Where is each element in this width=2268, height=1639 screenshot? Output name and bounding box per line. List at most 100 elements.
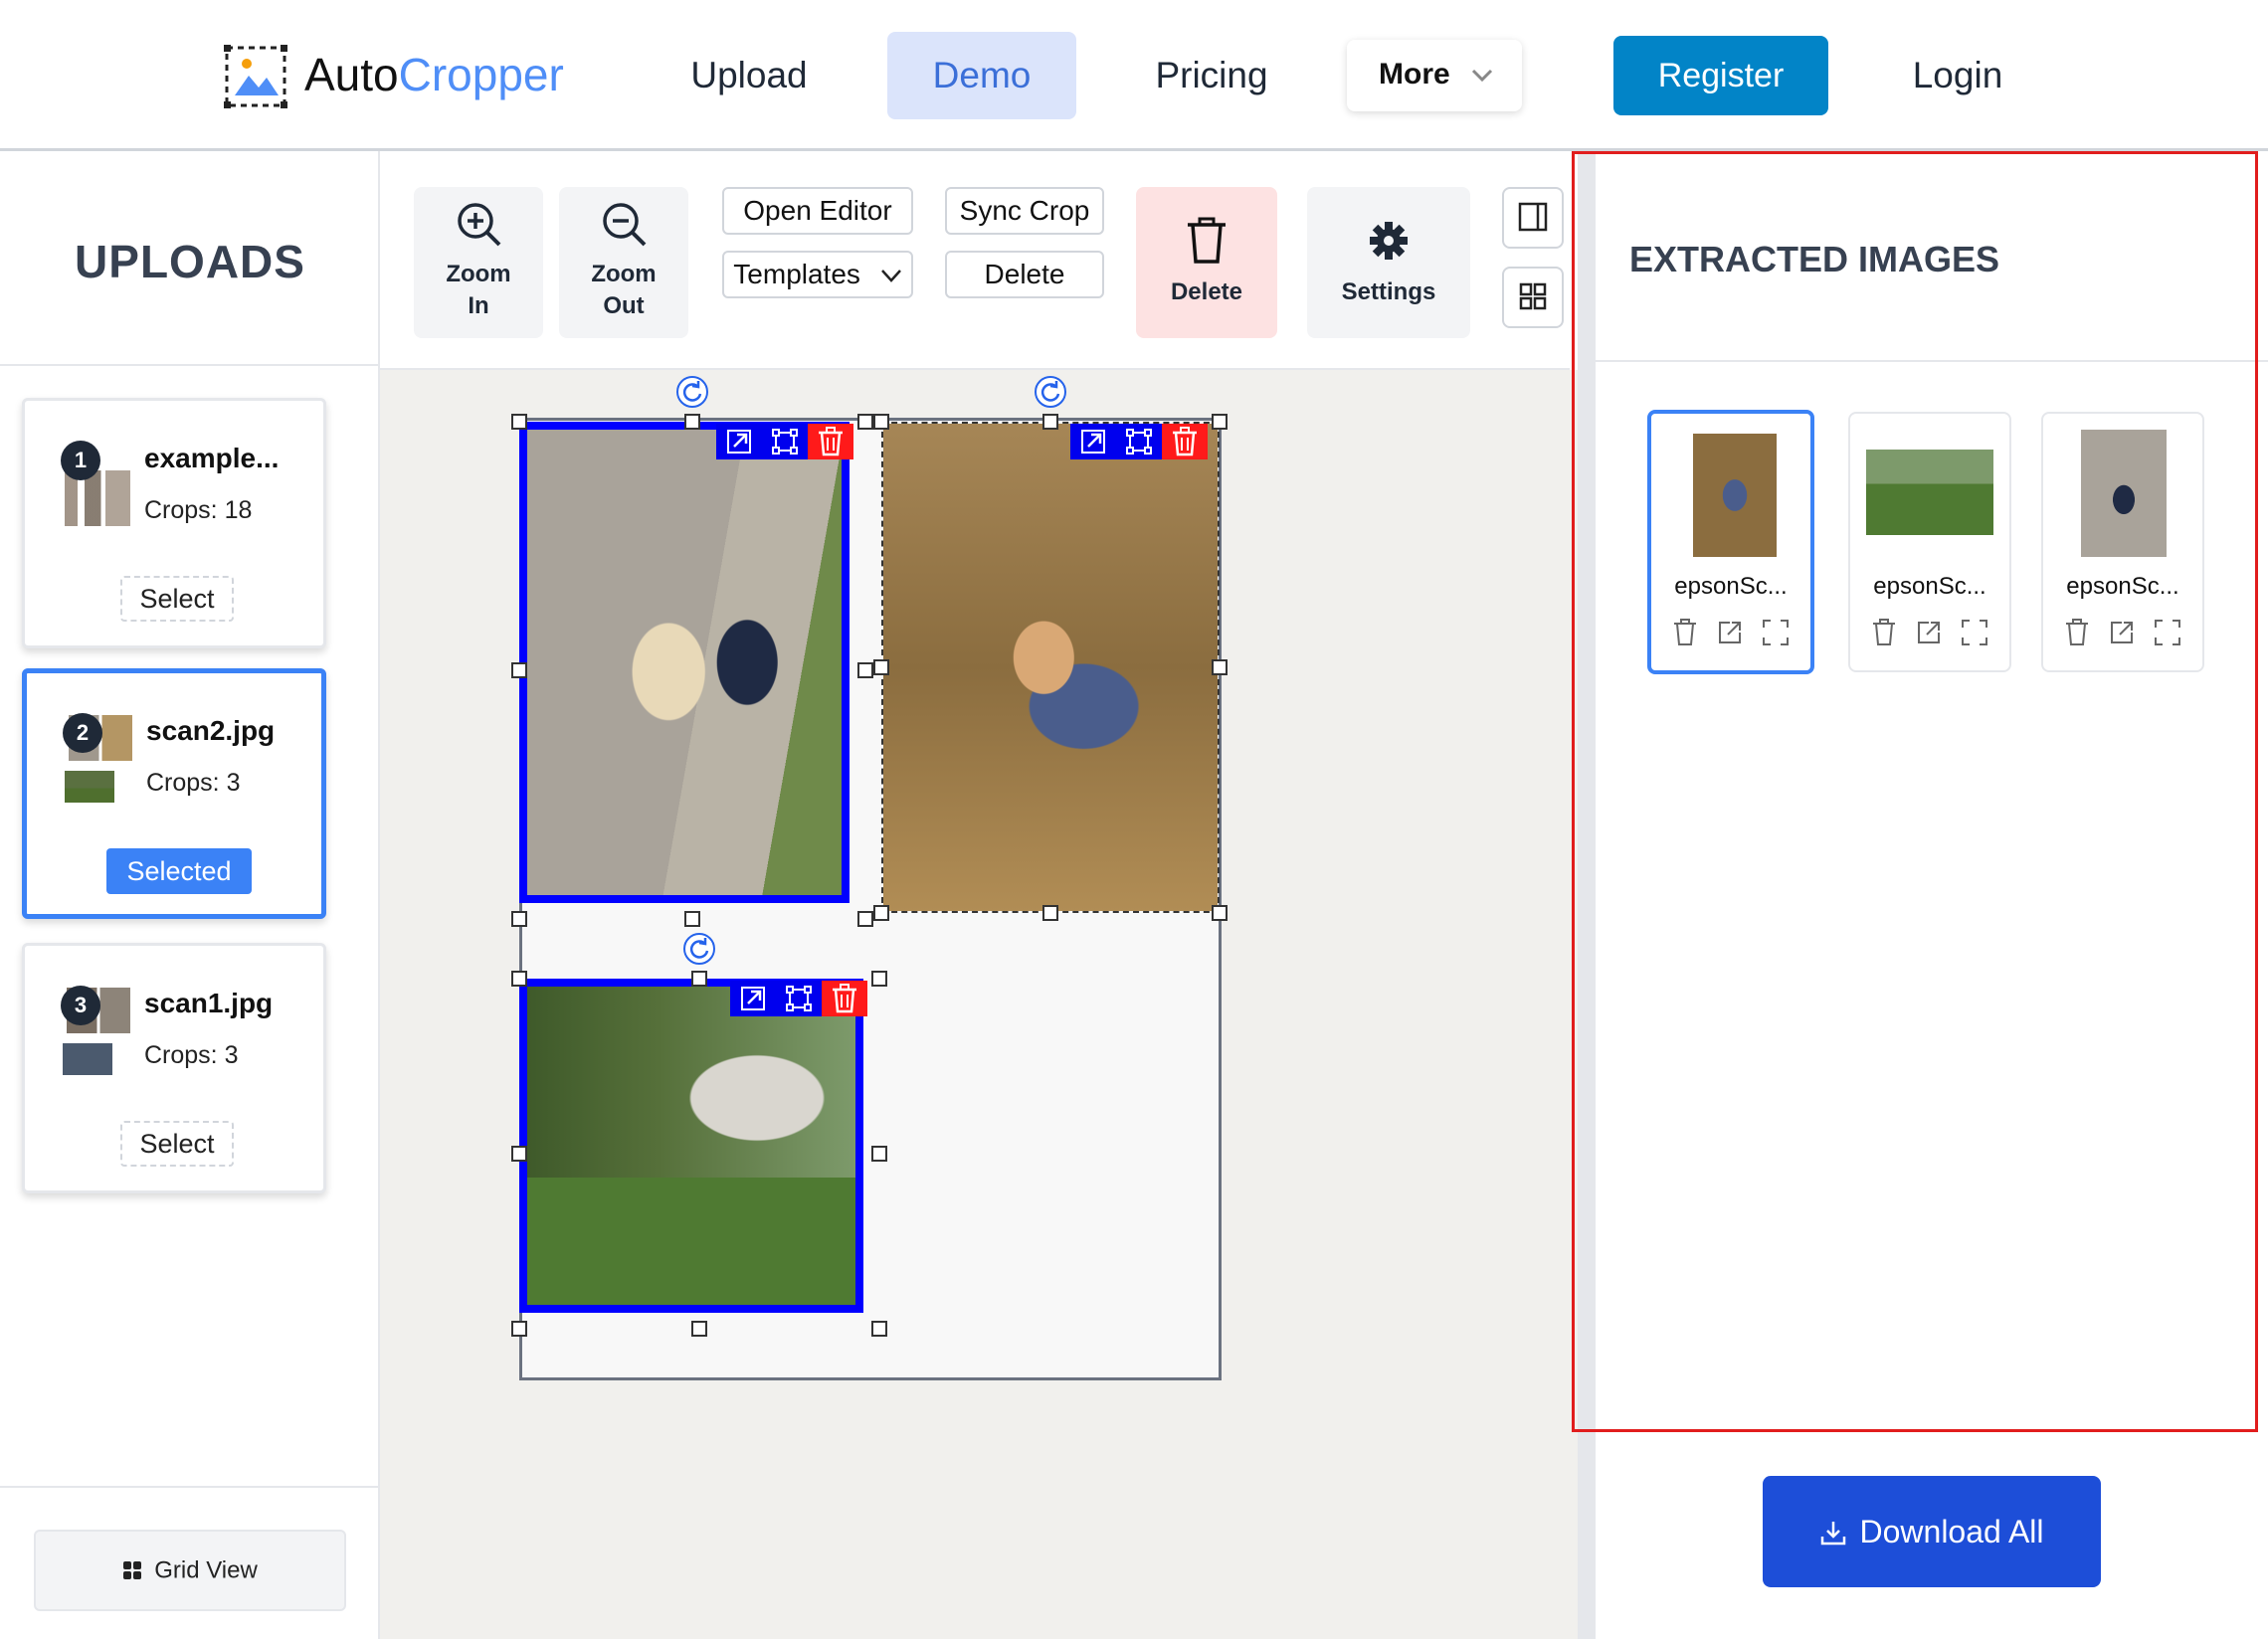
resize-handle[interactable]: [511, 971, 527, 987]
crop-image-logo-icon: [224, 45, 287, 108]
delete-crop-icon[interactable]: [808, 424, 853, 459]
sidebar-footer-divider: [0, 1486, 380, 1488]
crop-toolbar: [716, 424, 853, 459]
register-button[interactable]: Register: [1613, 36, 1828, 115]
crop-box-2[interactable]: [881, 422, 1220, 913]
upload-thumbnail: 1: [61, 441, 130, 526]
brand-name: AutoCropper: [304, 48, 564, 101]
nav-login[interactable]: Login: [1888, 32, 2027, 119]
chevron-down-icon: [880, 270, 901, 282]
editor-toolbar: Zoom In Zoom Out Open Editor Templates S…: [380, 151, 1570, 370]
resize-handle[interactable]: [511, 1146, 527, 1162]
delete-crop-icon[interactable]: [822, 981, 867, 1016]
upload-badge: 1: [61, 441, 100, 480]
upload-badge: 2: [63, 713, 102, 753]
resize-handle[interactable]: [857, 911, 873, 927]
thumb-photo-bottom: [65, 771, 114, 803]
rotate-icon[interactable]: [683, 933, 715, 965]
trash-icon: [1188, 217, 1226, 264]
zoom-out-label-1: Zoom: [591, 261, 657, 287]
rotate-icon[interactable]: [676, 376, 708, 408]
zoom-in-icon: [458, 203, 501, 247]
nav-upload[interactable]: Upload: [676, 32, 822, 119]
crop-canvas[interactable]: [380, 370, 1578, 1639]
upload-badge: 3: [61, 986, 100, 1025]
upload-thumbnail: 2: [63, 713, 132, 803]
download-all-button[interactable]: Download All: [1763, 1476, 2101, 1587]
grid-layout-button[interactable]: [1502, 267, 1564, 328]
resize-handle[interactable]: [511, 911, 527, 927]
zoom-in-label-2: In: [468, 292, 489, 319]
resize-handle[interactable]: [1212, 659, 1228, 675]
zoom-in-button[interactable]: Zoom In: [414, 187, 543, 338]
upload-name: example...: [144, 443, 280, 473]
resize-handle[interactable]: [1212, 414, 1228, 430]
upload-crops: Crops: 18: [144, 496, 253, 524]
crop-box-1[interactable]: [519, 422, 850, 903]
resize-handle[interactable]: [1042, 905, 1058, 921]
uploads-title: UPLOADS: [75, 236, 305, 287]
thumb-photo-bottom: [63, 1043, 112, 1075]
resize-handle[interactable]: [873, 659, 889, 675]
adjust-crop-icon[interactable]: [776, 981, 822, 1016]
delete-small-button[interactable]: Delete: [945, 251, 1104, 298]
upload-card-2[interactable]: 2 scan2.jpg Crops: 3 Selected: [22, 668, 326, 919]
resize-handle[interactable]: [511, 414, 527, 430]
grid-view-label: Grid View: [154, 1556, 258, 1584]
resize-handle[interactable]: [511, 1321, 527, 1337]
selected-button[interactable]: Selected: [106, 848, 252, 894]
uploads-sidebar: UPLOADS 1 example... Crops: 18 Select 2 …: [0, 151, 380, 1639]
resize-handle[interactable]: [511, 662, 527, 678]
zoom-out-label-2: Out: [603, 292, 645, 319]
sidebar-divider: [0, 364, 380, 366]
resize-handle[interactable]: [1212, 905, 1228, 921]
adjust-crop-icon[interactable]: [762, 424, 808, 459]
layout-panel-button[interactable]: [1502, 187, 1564, 249]
grid-icon: [123, 1561, 142, 1580]
sidebar-layout-icon: [1518, 202, 1548, 231]
settings-label: Settings: [1341, 278, 1436, 305]
resize-handle[interactable]: [871, 1321, 887, 1337]
crop-photo-house: [527, 987, 855, 1305]
crop-toolbar: [1070, 424, 1208, 459]
more-label: More: [1379, 58, 1450, 91]
upload-thumbnail: 3: [61, 986, 130, 1075]
sync-crop-button[interactable]: Sync Crop: [945, 187, 1104, 235]
delete-crop-icon[interactable]: [1162, 424, 1208, 459]
open-crop-icon[interactable]: [1070, 424, 1116, 459]
resize-handle[interactable]: [684, 414, 700, 430]
nav-more-dropdown[interactable]: More: [1347, 40, 1522, 111]
delete-label: Delete: [1170, 278, 1243, 305]
adjust-crop-icon[interactable]: [1116, 424, 1162, 459]
select-button[interactable]: Select: [120, 576, 234, 622]
grid-view-button[interactable]: Grid View: [34, 1530, 346, 1611]
select-button[interactable]: Select: [120, 1121, 234, 1167]
nav-pricing[interactable]: Pricing: [1136, 32, 1287, 119]
resize-handle[interactable]: [857, 414, 873, 430]
upload-card-3[interactable]: 3 scan1.jpg Crops: 3 Select: [22, 943, 326, 1193]
resize-handle[interactable]: [873, 905, 889, 921]
templates-label: Templates: [733, 259, 860, 289]
resize-handle[interactable]: [871, 971, 887, 987]
settings-button[interactable]: Settings: [1307, 187, 1470, 338]
logo[interactable]: AutoCropper: [223, 42, 601, 111]
grid-icon: [1519, 282, 1547, 309]
resize-handle[interactable]: [684, 911, 700, 927]
resize-handle[interactable]: [857, 662, 873, 678]
resize-handle[interactable]: [1042, 414, 1058, 430]
rotate-icon[interactable]: [1035, 376, 1066, 408]
open-crop-icon[interactable]: [730, 981, 776, 1016]
open-editor-button[interactable]: Open Editor: [722, 187, 913, 235]
resize-handle[interactable]: [871, 1146, 887, 1162]
nav-demo[interactable]: Demo: [887, 32, 1076, 119]
open-crop-icon[interactable]: [716, 424, 762, 459]
resize-handle[interactable]: [691, 1321, 707, 1337]
zoom-out-button[interactable]: Zoom Out: [559, 187, 688, 338]
upload-card-1[interactable]: 1 example... Crops: 18 Select: [22, 398, 326, 648]
resize-handle[interactable]: [691, 971, 707, 987]
delete-button[interactable]: Delete: [1136, 187, 1277, 338]
upload-name: scan2.jpg: [146, 715, 276, 746]
resize-handle[interactable]: [873, 414, 889, 430]
templates-dropdown[interactable]: Templates: [722, 251, 913, 298]
crop-box-3[interactable]: [519, 979, 863, 1313]
